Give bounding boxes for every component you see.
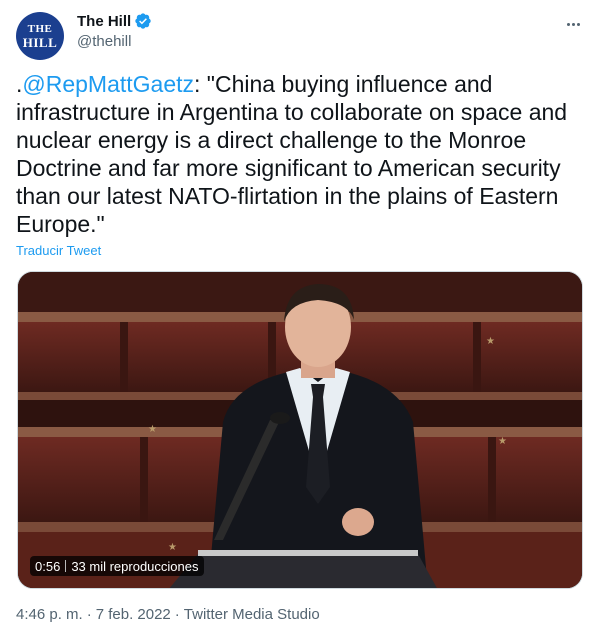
more-icon[interactable] xyxy=(561,14,585,34)
verified-badge-icon xyxy=(135,13,151,29)
video-stats-badge: 0:56 33 mil reproducciones xyxy=(30,556,204,576)
avatar-text-line1: THE xyxy=(27,22,53,35)
svg-text:★: ★ xyxy=(148,424,157,435)
author-names: The Hill @thehill xyxy=(77,11,152,53)
video-player[interactable]: ★ ★ ★ ★ 0:56 33 mil reproducciones xyxy=(17,271,583,589)
tweet-source[interactable]: Twitter Media Studio xyxy=(184,606,320,623)
avatar-text-line2: HILL xyxy=(22,34,58,50)
video-thumbnail: ★ ★ ★ ★ xyxy=(18,272,582,588)
svg-text:★: ★ xyxy=(498,436,507,447)
video-views: 33 mil reproducciones xyxy=(71,558,199,574)
translate-tweet-link[interactable]: Traducir Tweet xyxy=(16,243,101,258)
meta-separator: · xyxy=(86,606,92,623)
badge-divider xyxy=(65,560,67,572)
svg-text:★: ★ xyxy=(486,336,495,347)
video-duration: 0:56 xyxy=(35,558,61,574)
avatar[interactable]: THE HILL xyxy=(16,12,64,60)
tweet-time[interactable]: 4:46 p. m. xyxy=(16,606,83,623)
tweet-text: .@RepMattGaetz: "China buying influence … xyxy=(16,70,588,238)
tweet-meta: 4:46 p. m. · 7 feb. 2022 · Twitter Media… xyxy=(16,606,320,623)
name-row: The Hill xyxy=(77,11,152,31)
tweet-date[interactable]: 7 feb. 2022 xyxy=(96,606,171,623)
svg-text:★: ★ xyxy=(168,542,177,553)
mention-link[interactable]: @RepMattGaetz xyxy=(22,71,194,97)
display-name[interactable]: The Hill xyxy=(77,13,131,30)
tweet-header: THE HILL The Hill @thehill xyxy=(16,10,587,60)
meta-separator-2: · xyxy=(174,606,180,623)
author-handle[interactable]: @thehill xyxy=(77,33,152,53)
